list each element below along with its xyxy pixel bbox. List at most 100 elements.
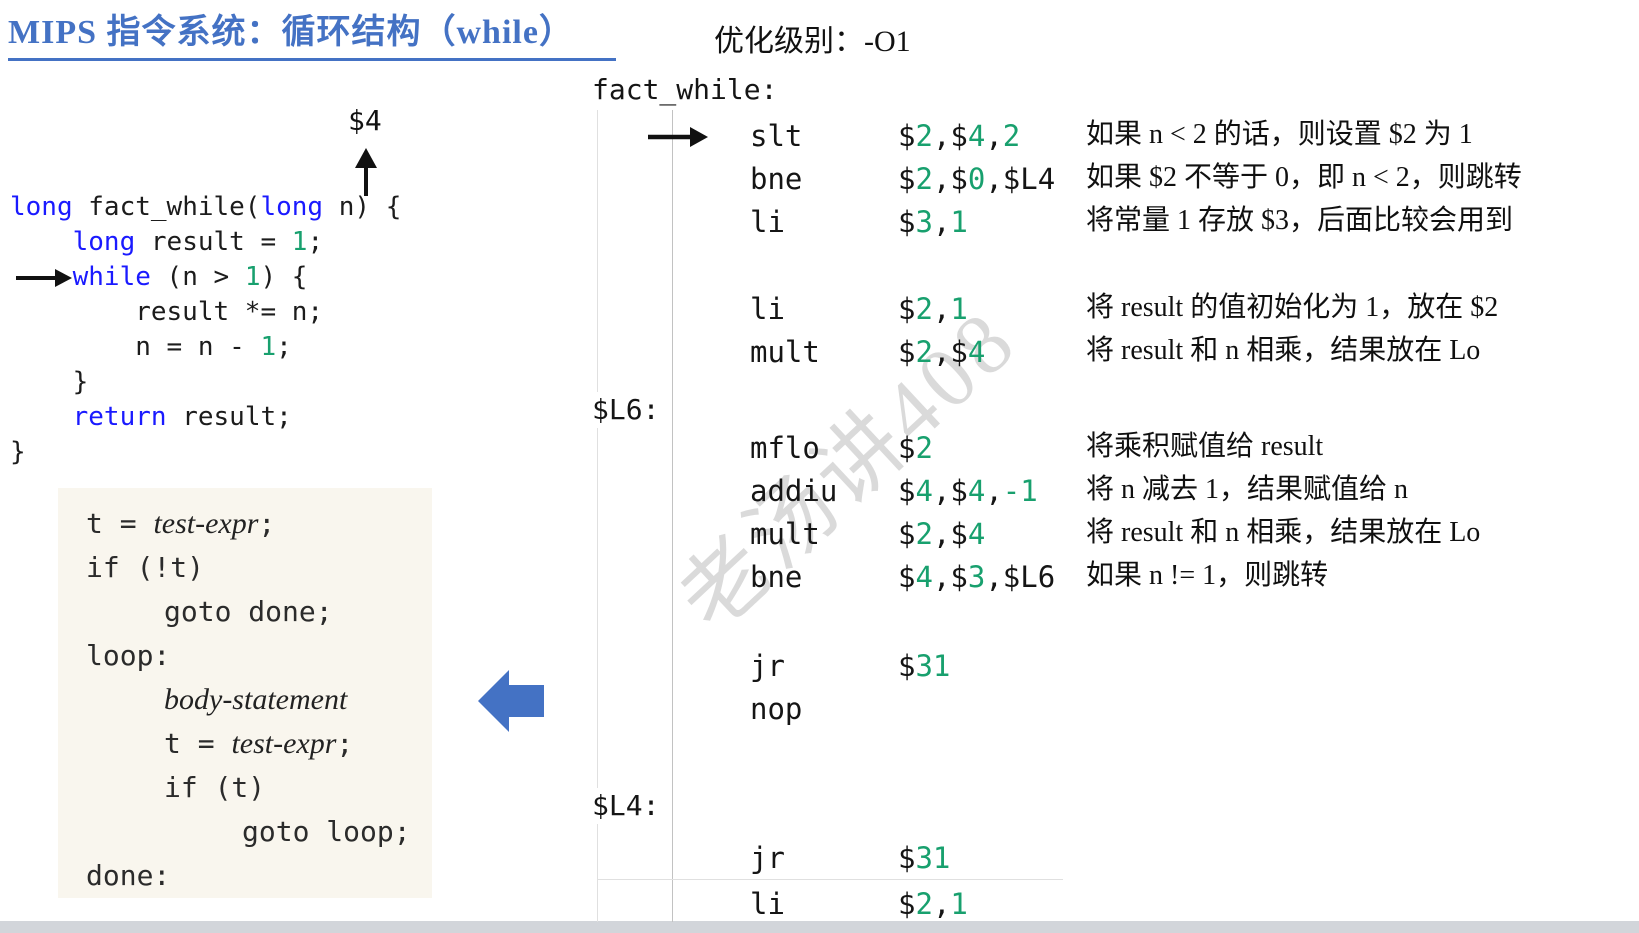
while-arrow-icon — [16, 269, 72, 287]
code-segment: 3 — [915, 205, 933, 239]
code-segment: 4 — [967, 517, 986, 551]
c-code-line: return result; — [10, 400, 401, 435]
c-code-line: n = n - 1; — [10, 330, 401, 365]
c-code-line: } — [10, 435, 401, 470]
pseudocode-line: t = test-expr; — [164, 722, 432, 766]
pseudocode-line: if (t) — [164, 766, 432, 810]
code-segment: result = — [135, 227, 292, 257]
pseudocode-image: t = test-expr; if (!t) goto done; loop: body… — [58, 488, 432, 898]
code-segment: 1 — [950, 887, 968, 921]
register-4-annotation: $4 — [348, 104, 382, 137]
asm-label: $L6: — [592, 392, 668, 428]
pseudocode-line: if (!t) — [86, 546, 432, 590]
code-segment: ,$ — [932, 474, 968, 508]
code-segment: } — [10, 437, 26, 467]
code-segment: 2 — [915, 119, 933, 153]
code-segment: $ — [898, 474, 916, 508]
code-segment: long — [10, 192, 73, 222]
code-segment: long — [72, 227, 136, 257]
watermark: 老汤讲408 — [660, 289, 1036, 649]
code-segment: ; — [276, 332, 292, 362]
asm-label: fact_while: — [592, 72, 786, 108]
code-segment: (n > — [150, 262, 245, 292]
asm-mnemonic: mult — [750, 517, 820, 551]
pseudocode-line: t = test-expr; — [86, 502, 432, 546]
code-segment: 4 — [915, 560, 933, 594]
code-segment: done: — [86, 859, 171, 892]
horizontal-scrollbar[interactable] — [0, 921, 1639, 933]
asm-mnemonic: bne — [750, 560, 803, 594]
code-segment: $ — [898, 205, 916, 239]
code-segment: $ — [898, 119, 916, 153]
code-segment: $ — [898, 292, 916, 326]
code-segment: long — [260, 192, 324, 222]
optimization-level-label: 优化级别：-O1 — [714, 25, 911, 58]
code-segment: $ — [898, 649, 916, 683]
asm-mnemonic: mflo — [750, 431, 820, 465]
asm-comment: 将乘积赋值给 result — [1086, 431, 1324, 462]
code-segment: 31 — [915, 649, 951, 683]
c-code-line: long result = 1; — [10, 225, 401, 260]
asm-operands: $2,$4 — [898, 516, 985, 552]
code-segment: 4 — [967, 474, 986, 508]
code-segment: result; — [166, 402, 292, 432]
code-segment: 2 — [915, 887, 933, 921]
code-segment: ; — [307, 227, 324, 257]
code-segment: 31 — [915, 841, 951, 875]
asm-operands: $2,1 — [898, 291, 968, 327]
code-segment: ,$ — [932, 560, 968, 594]
code-segment: n = n - — [10, 332, 261, 362]
blue-left-arrow-icon — [478, 670, 544, 732]
code-segment: $ — [898, 560, 916, 594]
code-segment: 2 — [915, 431, 933, 465]
blue-left-arrow-shape — [478, 670, 544, 732]
asm-comment: 将 result 的值初始化为 1，放在 $2 — [1086, 292, 1499, 323]
code-segment: ; — [336, 727, 354, 760]
code-segment: $ — [898, 162, 916, 196]
code-segment: test-expr — [153, 507, 259, 540]
code-segment: result *= n; — [10, 297, 324, 327]
code-segment: $ — [898, 335, 916, 369]
code-segment: t = — [86, 507, 154, 540]
asm-mnemonic: addiu — [750, 474, 838, 508]
code-segment: 2 — [915, 335, 933, 369]
code-segment: $ — [898, 431, 916, 465]
asm-comment: 如果 n != 1，则跳转 — [1086, 560, 1329, 591]
code-segment: 3 — [967, 560, 986, 594]
code-segment: if (t) — [164, 771, 266, 804]
code-segment: return — [72, 402, 167, 432]
asm-operands: $31 — [898, 840, 950, 876]
asm-comment: 将 n 减去 1，结果赋值给 n — [1086, 474, 1409, 505]
code-segment: , — [932, 205, 951, 239]
code-segment: 2 — [915, 292, 933, 326]
code-segment: -1 — [1002, 474, 1038, 508]
c-code-line: result *= n; — [10, 295, 401, 330]
asm-comment: 如果 $2 不等于 0，即 n < 2，则跳转 — [1086, 162, 1522, 193]
code-segment: while — [72, 262, 151, 292]
pseudocode-line: goto loop; — [242, 810, 432, 854]
asm-mnemonic: li — [750, 292, 785, 326]
page-title: MIPS 指令系统：循环结构（while） — [8, 2, 616, 61]
code-segment: 1 — [260, 332, 277, 362]
asm-comment: 将 result 和 n 相乘，结果放在 Lo — [1086, 517, 1481, 548]
asm-mnemonic: jr — [750, 649, 785, 683]
asm-operands: $31 — [898, 648, 950, 684]
asm-comment: 如果 n < 2 的话，则设置 $2 为 1 — [1086, 119, 1473, 150]
asm-operands: $2,1 — [898, 886, 968, 922]
code-segment: t = — [164, 727, 232, 760]
code-segment: ) { — [260, 262, 308, 292]
asm-mnemonic: slt — [750, 119, 803, 153]
table-rule-horizontal — [597, 879, 1063, 880]
code-segment: 1 — [950, 292, 968, 326]
code-segment: ,$L6 — [985, 560, 1056, 594]
code-segment: ,$L4 — [985, 162, 1056, 196]
up-arrow-icon — [355, 148, 377, 196]
asm-mnemonic: jr — [750, 841, 785, 875]
code-segment: 1 — [291, 227, 308, 257]
code-segment: 1 — [244, 262, 261, 292]
pseudocode-line: body-statement — [164, 678, 432, 722]
code-segment: , — [932, 292, 951, 326]
c-code-line: } — [10, 365, 401, 400]
